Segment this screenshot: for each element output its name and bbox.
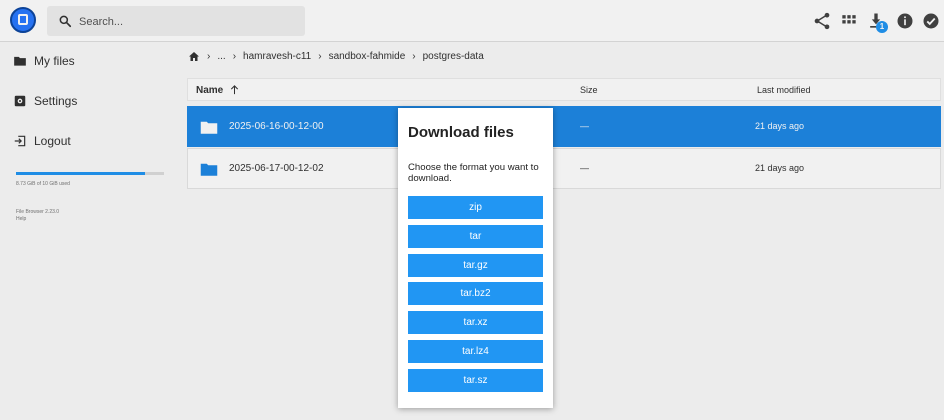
format-tar-button[interactable]: tar xyxy=(408,225,543,248)
format-tar-lz4-button[interactable]: tar.lz4 xyxy=(408,340,543,363)
format-zip-button[interactable]: zip xyxy=(408,196,543,219)
format-tar-xz-button[interactable]: tar.xz xyxy=(408,311,543,334)
dialog-title: Download files xyxy=(408,124,514,141)
format-tar-bz2-button[interactable]: tar.bz2 xyxy=(408,282,543,305)
download-dialog: Download files Choose the format you wan… xyxy=(398,108,553,408)
dialog-description: Choose the format you want to download. xyxy=(408,162,539,184)
format-tar-sz-button[interactable]: tar.sz xyxy=(408,369,543,392)
format-tar-gz-button[interactable]: tar.gz xyxy=(408,254,543,277)
